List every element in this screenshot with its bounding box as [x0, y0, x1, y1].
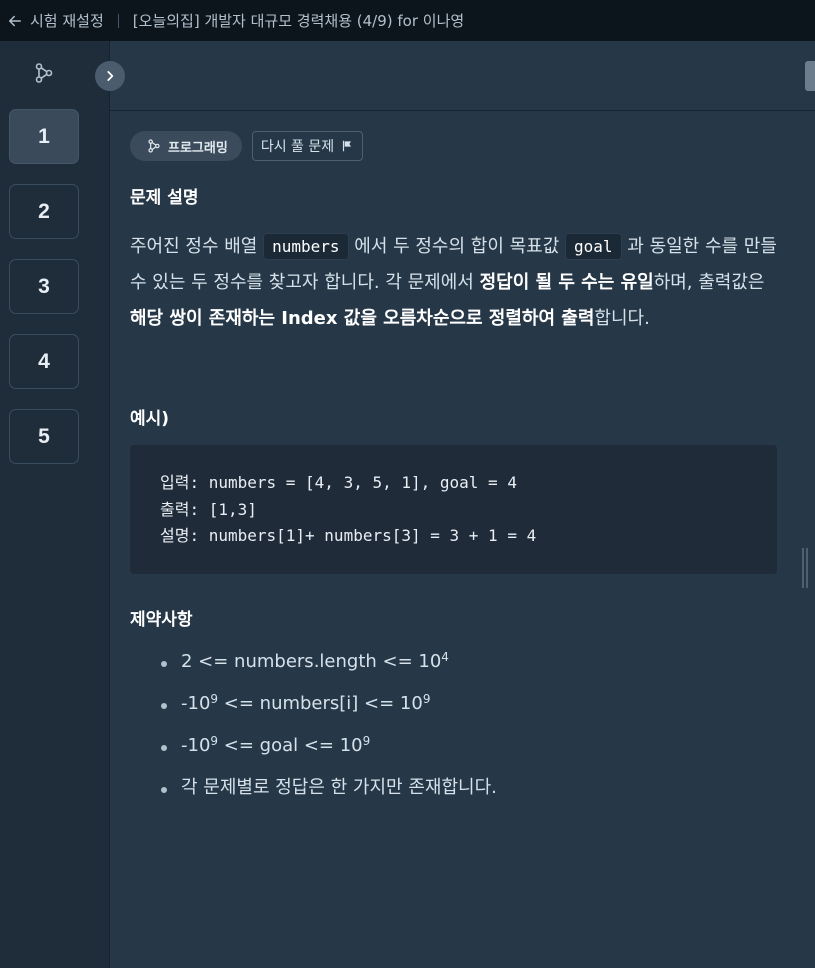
desc-text: 하며, 출력값은 [653, 272, 765, 293]
constraint-text: 2 <= numbers.length <= 10 [181, 651, 442, 672]
problem-description: 주어진 정수 배열 numbers 에서 두 정수의 합이 목표값 goal 과… [130, 229, 780, 337]
list-item: 각 문제별로 정답은 한 가지만 존재합니다. [160, 773, 497, 815]
example-code-block: 입력: numbers = [4, 3, 5, 1], goal = 4 출력: … [130, 445, 777, 574]
superscript: 9 [210, 734, 219, 748]
problem-description-heading: 문제 설명 [130, 188, 199, 208]
constraints-heading: 제약사항 [130, 610, 193, 630]
constraint-text: <= numbers[i] <= 10 [218, 693, 423, 714]
constraints-list: 2 <= numbers.length <= 104 -109 <= numbe… [160, 647, 497, 815]
top-bar: 시험 재설정 [오늘의집] 개발자 대규모 경력채용 (4/9) for 이나영 [0, 0, 815, 41]
retry-problem-button[interactable]: 다시 풀 문제 [251, 131, 364, 161]
problem-tags: 프로그래밍 다시 풀 문제 [130, 131, 364, 161]
reset-exam-label: 시험 재설정 [30, 12, 104, 30]
list-item: 2 <= numbers.length <= 104 [160, 647, 497, 689]
inline-code-goal: goal [565, 233, 622, 260]
topbar-divider [117, 13, 119, 28]
desc-bold: 해당 쌍이 존재하는 Index 값을 오름차순으로 정렬하여 출력 [130, 308, 595, 329]
question-button-2[interactable]: 2 [9, 184, 79, 239]
question-button-1[interactable]: 1 [9, 109, 79, 164]
expand-sidebar-button[interactable] [95, 61, 125, 91]
list-item: -109 <= goal <= 109 [160, 731, 497, 773]
category-tag: 프로그래밍 [130, 131, 242, 161]
arrow-left-icon [9, 15, 21, 26]
question-button-3[interactable]: 3 [9, 259, 79, 314]
superscript: 4 [441, 650, 449, 664]
desc-text: 주어진 정수 배열 [130, 236, 264, 257]
constraint-text: -10 [181, 693, 211, 714]
flag-icon [343, 140, 352, 152]
category-tag-label: 프로그래밍 [168, 140, 228, 156]
superscript: 9 [422, 692, 431, 706]
retry-problem-label: 다시 풀 문제 [260, 139, 335, 155]
desc-text: 합니다. [594, 308, 650, 329]
question-sidebar: 1 2 3 4 5 [0, 41, 110, 968]
problem-header [110, 41, 815, 111]
desc-text: 에서 두 정수의 합이 목표값 [348, 236, 566, 257]
constraint-text: -10 [181, 735, 211, 756]
horizontal-scroll-thumb[interactable] [805, 61, 815, 91]
chevron-right-icon [107, 71, 114, 81]
panel-resize-handle[interactable] [802, 548, 808, 588]
exam-title: [오늘의집] 개발자 대규모 경력채용 (4/9) for 이나영 [132, 12, 465, 30]
programming-icon [35, 63, 53, 83]
superscript: 9 [210, 692, 219, 706]
code-line: 출력: [1,3] [160, 499, 257, 519]
question-button-4[interactable]: 4 [9, 334, 79, 389]
inline-code-numbers: numbers [263, 233, 349, 260]
code-line: 입력: numbers = [4, 3, 5, 1], goal = 4 [160, 473, 517, 492]
constraint-text: <= goal <= 10 [218, 735, 363, 756]
superscript: 9 [362, 734, 371, 748]
programming-icon [148, 139, 160, 153]
desc-bold: 정답이 될 두 수는 유일 [479, 272, 654, 293]
reset-exam-button[interactable]: 시험 재설정 [6, 10, 104, 31]
question-button-5[interactable]: 5 [9, 409, 79, 464]
example-heading: 예시) [130, 409, 170, 429]
constraint-text: 각 문제별로 정답은 한 가지만 존재합니다. [181, 777, 497, 798]
code-line: 설명: numbers[1]+ numbers[3] = 3 + 1 = 4 [160, 526, 537, 545]
list-item: -109 <= numbers[i] <= 109 [160, 689, 497, 731]
